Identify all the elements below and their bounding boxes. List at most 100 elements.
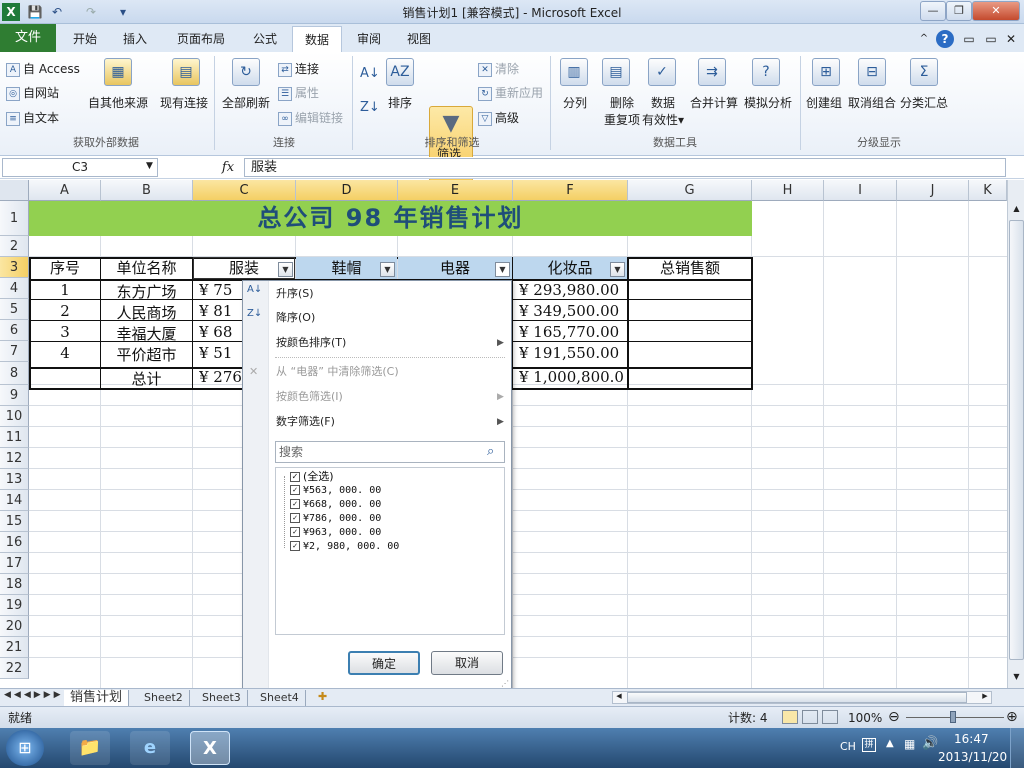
menu-item-sort-desc[interactable]: 降序(O)	[276, 307, 315, 329]
input-language[interactable]: CH	[840, 740, 856, 753]
scroll-right-icon[interactable]: ▶	[979, 692, 991, 703]
scroll-thumb[interactable]	[1009, 220, 1024, 660]
filter-dropdown-icon[interactable]: ▼	[380, 262, 395, 277]
table-cell[interactable]: 3	[30, 323, 100, 341]
sheet-title-banner[interactable]: 总公司 98 年销售计划	[29, 201, 752, 236]
tab-page-layout[interactable]: 页面布局	[168, 26, 234, 52]
menu-item-sort-by-color[interactable]: 按颜色排序(T)	[276, 332, 346, 354]
column-header[interactable]: G	[628, 180, 752, 201]
list-item[interactable]: ✓ ¥2, 980, 000. 00	[290, 540, 399, 554]
insert-sheet-icon[interactable]: ✚	[318, 690, 327, 703]
sheet-tab[interactable]: Sheet2	[138, 690, 190, 706]
normal-view-icon[interactable]	[782, 710, 798, 724]
table-cell[interactable]: ¥ 68	[199, 323, 241, 341]
column-header[interactable]: C	[193, 180, 296, 201]
row-header[interactable]: 10	[0, 406, 29, 427]
column-header[interactable]: B	[101, 180, 193, 201]
ok-button[interactable]: 确定	[348, 651, 420, 675]
checkbox-checked-icon[interactable]: ✓	[290, 527, 300, 537]
row-header[interactable]: 13	[0, 469, 29, 490]
row-header[interactable]: 1	[0, 201, 29, 236]
zoom-out-icon[interactable]: ⊖	[888, 707, 900, 727]
data-validation-button[interactable]: 数据 有效性▾	[642, 94, 684, 128]
list-item[interactable]: ✓ (全选)	[290, 470, 334, 484]
page-layout-view-icon[interactable]	[802, 710, 818, 724]
refresh-all-button[interactable]: 全部刷新	[222, 94, 270, 111]
from-text-button[interactable]: ≡ 自文本	[6, 109, 59, 126]
sheet-tab-active[interactable]: 销售计划	[64, 690, 130, 706]
select-all-corner[interactable]	[0, 180, 29, 201]
tray-arrow-icon[interactable]: ▲	[886, 738, 894, 749]
column-header[interactable]: F	[513, 180, 628, 201]
filter-dropdown-icon[interactable]: ▼	[278, 262, 293, 277]
horizontal-scroll-thumb[interactable]	[627, 692, 967, 703]
network-icon[interactable]: ▦	[904, 737, 915, 751]
sort-ascending-icon[interactable]: A↓	[360, 66, 380, 81]
workbook-minimize-button[interactable]: ▭	[960, 26, 978, 52]
clear-filter-button[interactable]: ✕ 清除	[478, 60, 519, 77]
column-header[interactable]: J	[897, 180, 969, 201]
tab-insert[interactable]: 插入	[112, 26, 158, 52]
sheet-tab[interactable]: Sheet4	[254, 690, 306, 706]
table-cell[interactable]: ¥ 81	[199, 302, 241, 320]
list-item[interactable]: ✓ ¥563, 000. 00	[290, 484, 381, 498]
table-cell[interactable]: 幸福大厦	[101, 323, 192, 344]
list-item[interactable]: ✓ ¥963, 000. 00	[290, 526, 381, 540]
ime-icon[interactable]: 拼	[862, 738, 876, 752]
advanced-filter-button[interactable]: ▽ 高级	[478, 109, 519, 126]
worksheet-grid[interactable]: A B C D E F G H I J K 1 2 3 4 5 6 7 8 9 …	[0, 180, 1024, 688]
ribbon-collapse-icon[interactable]: ^	[916, 26, 932, 52]
menu-item-number-filters[interactable]: 数字筛选(F)	[276, 411, 335, 433]
header-cell[interactable]: 总销售额	[629, 257, 751, 279]
table-cell[interactable]: ¥ 349,500.00	[519, 302, 625, 320]
checkbox-checked-icon[interactable]: ✓	[290, 541, 300, 551]
column-header[interactable]: I	[824, 180, 897, 201]
table-cell[interactable]: 人民商场	[101, 302, 192, 323]
page-break-view-icon[interactable]	[822, 710, 838, 724]
text-to-columns-button[interactable]: 分列	[563, 94, 587, 111]
remove-duplicates-button[interactable]: 删除 重复项	[604, 94, 640, 128]
internet-explorer-icon[interactable]: e	[130, 731, 170, 765]
clock-date[interactable]: 2013/11/20	[938, 750, 1007, 764]
checkbox-checked-icon[interactable]: ✓	[290, 499, 300, 509]
tab-file[interactable]: 文件	[0, 24, 56, 52]
start-button-icon[interactable]: ⊞	[6, 730, 44, 766]
horizontal-scrollbar[interactable]: ◀ ▶	[612, 691, 992, 704]
help-icon[interactable]: ?	[936, 30, 954, 48]
row-header[interactable]: 12	[0, 448, 29, 469]
row-header[interactable]: 20	[0, 616, 29, 637]
menu-item-clear-filter[interactable]: 从 “电器” 中清除筛选(C)	[276, 361, 399, 383]
scroll-down-icon[interactable]: ▼	[1010, 672, 1023, 686]
column-header[interactable]: D	[296, 180, 398, 201]
row-header[interactable]: 7	[0, 341, 29, 362]
excel-taskbar-icon[interactable]: X	[190, 731, 230, 765]
table-cell[interactable]: 东方广场	[101, 281, 192, 302]
checkbox-checked-icon[interactable]: ✓	[290, 485, 300, 495]
row-header[interactable]: 8	[0, 362, 29, 385]
table-cell[interactable]: 2	[30, 302, 100, 320]
table-cell[interactable]: 1	[30, 281, 100, 299]
column-header[interactable]: K	[969, 180, 1007, 201]
row-header[interactable]: 22	[0, 658, 29, 679]
checkbox-checked-icon[interactable]: ✓	[290, 513, 300, 523]
sheet-nav-arrows-icon[interactable]: ◀◀◀▶▶▶	[4, 690, 64, 700]
row-header[interactable]: 6	[0, 320, 29, 341]
list-item[interactable]: ✓ ¥668, 000. 00	[290, 498, 381, 512]
tab-view[interactable]: 视图	[396, 26, 442, 52]
table-cell[interactable]: ¥ 165,770.00	[519, 323, 625, 341]
table-cell[interactable]: ¥ 293,980.00	[519, 281, 625, 299]
row-header[interactable]: 14	[0, 490, 29, 511]
sheet-tab[interactable]: Sheet3	[196, 690, 248, 706]
resize-grip-icon[interactable]: ⋰	[501, 679, 509, 688]
row-header[interactable]: 19	[0, 595, 29, 616]
volume-icon[interactable]: 🔊	[922, 736, 938, 751]
total-label-cell[interactable]: 总计	[101, 368, 192, 389]
column-header[interactable]: E	[398, 180, 513, 201]
edit-links-button[interactable]: ∞ 编辑链接	[278, 109, 343, 126]
connections-button[interactable]: ⇄ 连接	[278, 60, 319, 77]
workbook-close-button[interactable]: ✕	[1002, 26, 1020, 52]
row-header[interactable]: 17	[0, 553, 29, 574]
header-cell[interactable]: 单位名称	[101, 257, 192, 279]
existing-connections-button[interactable]: 现有连接	[160, 94, 208, 111]
row-header[interactable]: 11	[0, 427, 29, 448]
